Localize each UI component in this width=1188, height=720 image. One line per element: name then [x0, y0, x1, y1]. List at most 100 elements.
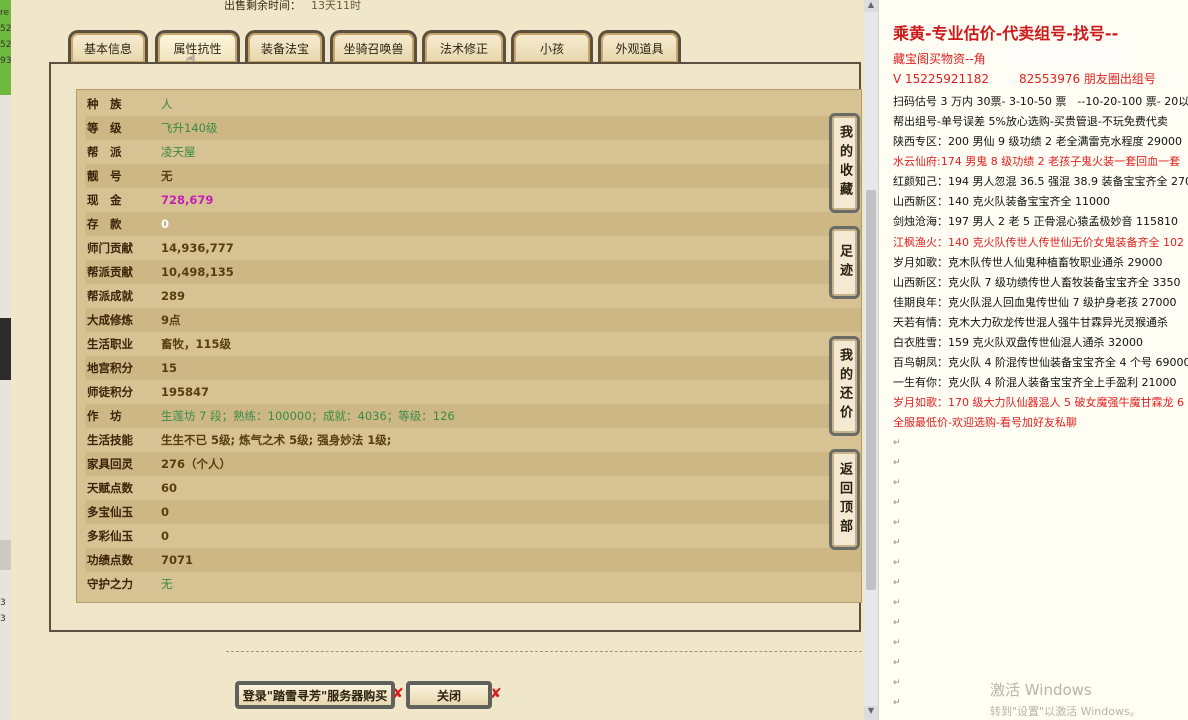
doc-line: 红颜知己：194 男人忽混 36.5 强混 38.9 装备宝宝齐全 2700: [893, 175, 1188, 188]
row-value: 0: [161, 217, 170, 231]
table-row: 作 坊 生莲坊 7 段；熟练：100000；成就：4036；等级：126: [85, 404, 861, 428]
paragraph-mark-icon: ↵: [893, 578, 901, 588]
divider: [226, 651, 862, 652]
table-row: 多宝仙玉 0: [85, 500, 861, 524]
doc-line: 剑烛沧海：197 男人 2 老 5 正骨混心猿孟极妙音 115810: [893, 215, 1178, 228]
row-key: 种 族: [87, 97, 122, 111]
table-row: 生活职业 畜牧，115级: [85, 332, 861, 356]
tab-spell-correction[interactable]: 法术修正: [422, 30, 506, 63]
doc-title: 乘黄-专业估价-代卖组号-找号--: [893, 24, 1119, 43]
table-row: 生活技能 生生不已 5级; 炼气之术 5级; 强身妙法 1级;: [85, 428, 861, 452]
row-key: 生活职业: [87, 337, 133, 351]
row-value: 飞升140级: [161, 121, 218, 135]
doc-line: 白衣胜雪：159 克火队双盘传世仙混人通杀 32000: [893, 336, 1143, 349]
tab-label: 法术修正: [439, 41, 488, 56]
tab-label: 小孩: [539, 41, 564, 56]
blurred-overlay: [1010, 47, 1120, 69]
table-row: 多彩仙玉 0: [85, 524, 861, 548]
row-key: 等 级: [87, 121, 122, 135]
doc-line: V 15225921182 82553976 朋友圈出组号: [893, 70, 1156, 87]
tab-equipment[interactable]: 装备法宝: [245, 30, 325, 63]
back-to-top-button[interactable]: 返回顶部: [829, 449, 860, 550]
doc-line: 水云仙府:174 男鬼 8 级功绩 2 老孩子鬼火装一套回血一套: [893, 155, 1181, 168]
doc-line: 江枫渔火：140 克火队传世人传世仙无价女鬼装备齐全 102: [893, 236, 1184, 249]
row-key: 家具回灵: [87, 457, 133, 471]
row-key: 大成修炼: [87, 313, 133, 327]
close-x-icon: ✘: [392, 686, 404, 702]
side-button-label: 足迹: [837, 243, 852, 282]
scroll-up-icon[interactable]: ▲: [864, 0, 878, 12]
side-button-label: 我的收藏: [837, 125, 852, 201]
doc-line: 全服最低价-欢迎选购-看号加好友私聊: [893, 416, 1077, 429]
login-purchase-button[interactable]: 登录"踏雪寻芳"服务器购买: [235, 681, 395, 709]
scrollbar-thumb[interactable]: [866, 190, 876, 590]
tab-attributes[interactable]: 属性抗性: [155, 30, 240, 63]
side-button-label: 我的还价: [837, 348, 852, 424]
doc-line: 陕西专区：200 男仙 9 级功绩 2 老全满雷克水程度 29000: [893, 135, 1182, 148]
row-key: 帮派贡献: [87, 265, 133, 279]
row-value: 14,936,777: [161, 241, 234, 255]
row-key: 多彩仙玉: [87, 529, 133, 543]
paragraph-mark-icon: ↵: [893, 518, 901, 528]
scroll-down-icon[interactable]: ▼: [864, 706, 878, 720]
left-fragment: 93: [0, 56, 12, 66]
doc-line: 岁月如歌：克木队传世人仙鬼种植畜牧职业通杀 29000: [893, 256, 1163, 269]
paragraph-mark-icon: ↵: [893, 558, 901, 568]
my-bargains-button[interactable]: 我的还价: [829, 336, 860, 436]
row-value: 7071: [161, 553, 194, 567]
tab-label: 属性抗性: [173, 41, 222, 56]
my-favorites-button[interactable]: 我的收藏: [829, 113, 860, 213]
paragraph-mark-icon: ↵: [893, 638, 901, 648]
row-value: 289: [161, 289, 186, 303]
table-row: 大成修炼 9点: [85, 308, 861, 332]
paragraph-mark-icon: ↵: [893, 678, 901, 688]
tab-child[interactable]: 小孩: [511, 30, 593, 63]
sale-time-value: 13天11时: [311, 0, 361, 12]
tab-basic-info[interactable]: 基本信息: [68, 30, 148, 63]
row-value: 无: [161, 577, 173, 591]
paragraph-mark-icon: ↵: [893, 598, 901, 608]
doc-line: 岁月如歌：170 级大力队仙器混人 5 破女魔强牛魔甘霖龙 6: [893, 396, 1184, 409]
left-fragment: 3: [0, 598, 6, 608]
paragraph-mark-icon: ↵: [893, 618, 901, 628]
tab-label: 基本信息: [83, 41, 132, 56]
row-key: 生活技能: [87, 433, 133, 447]
watermark-line: 激活 Windows: [990, 681, 1092, 699]
table-row: 师门贡献 14,936,777: [85, 236, 861, 260]
doc-line: 帮出组号-单号误差 5%放心选购-买贵管退-不玩免费代卖: [893, 115, 1168, 128]
left-ruler: [0, 540, 11, 570]
table-row: 守护之力 无: [85, 572, 861, 596]
doc-line: 山西新区：克火队 7 级功绩传世人畜牧装备宝宝齐全 3350: [893, 276, 1181, 289]
tab-label: 外观道具: [615, 41, 664, 56]
button-label: 登录"踏雪寻芳"服务器购买: [242, 688, 388, 703]
row-value: 15: [161, 361, 178, 375]
row-value: 9点: [161, 313, 181, 327]
row-key: 师门贡献: [87, 241, 133, 255]
sale-remaining-time: 出售剩余时间： 13天11时: [224, 0, 361, 13]
row-key: 功绩点数: [87, 553, 133, 567]
row-value: 10,498,135: [161, 265, 234, 279]
tab-mounts-pets[interactable]: 坐骑召唤兽: [330, 30, 417, 63]
table-row: 存 款 0: [85, 212, 861, 236]
row-key: 师徒积分: [87, 385, 133, 399]
row-value: 生生不已 5级; 炼气之术 5级; 强身妙法 1级;: [161, 433, 392, 447]
left-fragment: re: [0, 8, 10, 18]
footprint-button[interactable]: 足迹: [829, 226, 860, 299]
paragraph-mark-icon: ↵: [893, 458, 901, 468]
paragraph-mark-icon: ↵: [893, 698, 901, 708]
row-key: 作 坊: [87, 409, 122, 423]
table-row: 师徒积分 195847: [85, 380, 861, 404]
table-row: 靓 号无: [85, 164, 861, 188]
table-row: 等 级 飞升140级: [85, 116, 861, 140]
left-fragment: 3: [0, 614, 6, 624]
close-button[interactable]: 关闭: [406, 681, 492, 709]
left-fragment: 52: [0, 40, 12, 50]
table-row: 家具回灵 276（个人）: [85, 452, 861, 476]
row-value: 无: [161, 169, 173, 183]
paragraph-mark-icon: ↵: [893, 478, 901, 488]
tab-appearance[interactable]: 外观道具: [598, 30, 681, 63]
doc-line: 藏宝阁买物资--角: [893, 52, 986, 66]
doc-line: 佳期良年：克火队混人回血鬼传世仙 7 级护身老孩 27000: [893, 296, 1177, 309]
tab-label: 坐骑召唤兽: [343, 41, 404, 56]
row-value: 60: [161, 481, 178, 495]
